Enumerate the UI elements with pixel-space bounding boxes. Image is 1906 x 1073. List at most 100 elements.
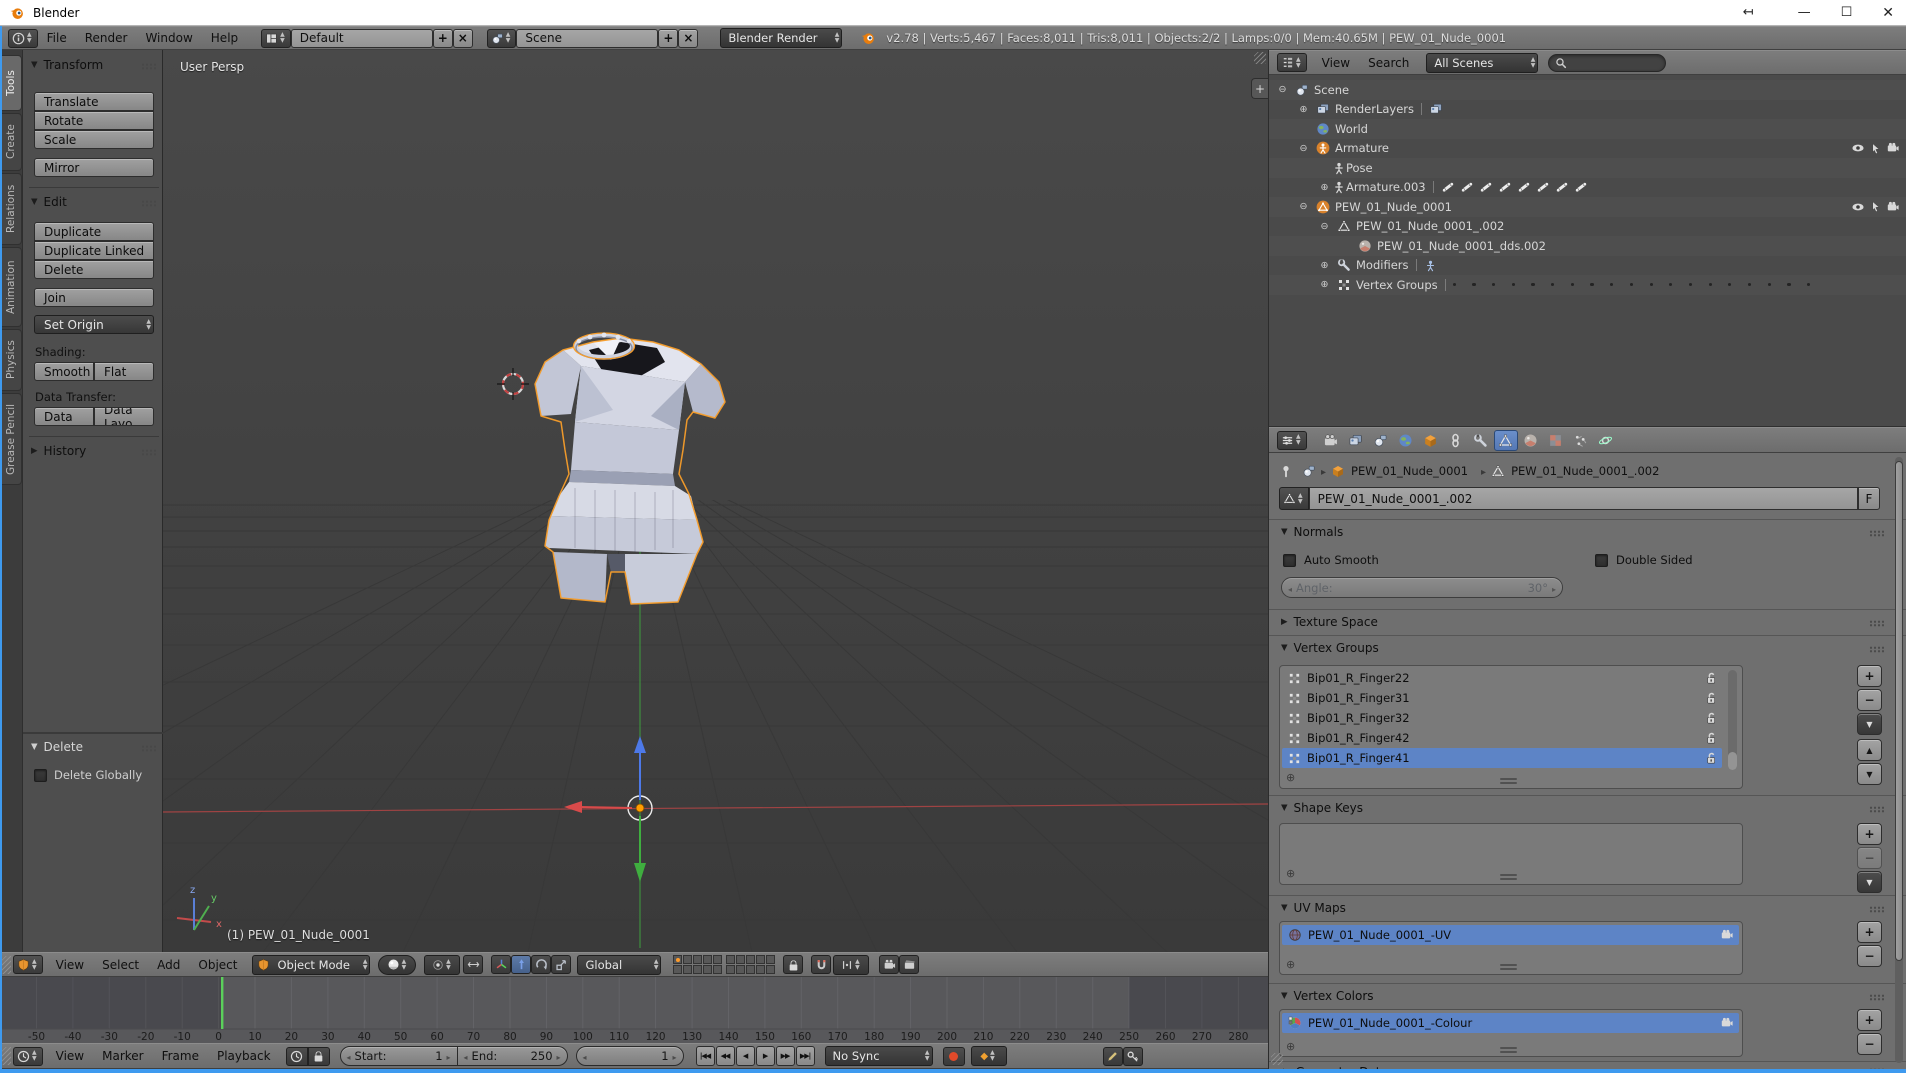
vertex-group-move-up-button[interactable] [1857, 739, 1882, 761]
outliner-item-label[interactable]: PEW_01_Nude_0001 [1335, 200, 1452, 214]
datablock-name-field[interactable]: PEW_01_Nude_0001_.002 [1309, 487, 1858, 510]
manipulator-axis-button[interactable] [491, 955, 511, 974]
tab-render[interactable] [1319, 430, 1343, 451]
delete-globally-checkbox[interactable] [34, 769, 47, 782]
editor-type-button[interactable] [1277, 431, 1307, 450]
vertex-group-move-down-button[interactable] [1857, 763, 1882, 785]
fake-user-button[interactable]: F [1858, 487, 1880, 510]
scrollbar-thumb[interactable] [1895, 461, 1903, 961]
vertex-group-row[interactable]: Bip01_R_Finger32 [1282, 708, 1722, 728]
toolshelf-tab-relations[interactable]: Relations [1, 173, 22, 245]
snap-toggle[interactable] [811, 955, 831, 974]
tab-scene[interactable] [1369, 430, 1393, 451]
list-scrollbar[interactable] [1728, 670, 1737, 770]
lock-open-icon[interactable] [1704, 691, 1718, 705]
panel-grip[interactable] [1869, 994, 1884, 1001]
outliner-row-vertex-groups[interactable]: ⊕ Vertex Groups [1269, 275, 1906, 295]
outliner-row-modifiers[interactable]: ⊕Modifiers [1269, 256, 1906, 276]
outliner-item-label[interactable]: Pose [1346, 161, 1373, 175]
collapse-icon[interactable]: ⊖ [1275, 84, 1290, 95]
lock-open-icon[interactable] [1704, 711, 1718, 725]
frame-start-field[interactable]: Start: 1 [340, 1046, 458, 1066]
data-transfer-data-button[interactable]: Data [34, 407, 94, 426]
view3d-menu-object[interactable]: Object [189, 958, 246, 972]
scene-name-field[interactable]: Scene [516, 29, 658, 48]
outliner-scope-dropdown[interactable]: All Scenes [1426, 53, 1538, 73]
list-add-icon[interactable] [1286, 1039, 1295, 1053]
selectability-cursor-icon[interactable] [1869, 200, 1882, 213]
vertex-color-remove-button[interactable] [1857, 1033, 1882, 1055]
manipulator-scale-button[interactable] [551, 955, 571, 974]
slider-right-arrow-icon[interactable] [1548, 581, 1556, 595]
tab-object-data[interactable] [1494, 430, 1518, 451]
collapse-icon[interactable]: ⊖ [1317, 221, 1332, 232]
expand-icon[interactable]: ⊕ [1296, 104, 1311, 115]
collapse-icon[interactable]: ⊖ [1296, 143, 1311, 154]
delete-layout-button[interactable] [453, 29, 473, 48]
play-reverse-button[interactable]: ◀ [736, 1046, 755, 1066]
set-origin-dropdown[interactable]: Set Origin [34, 315, 154, 334]
add-layout-button[interactable] [433, 29, 453, 48]
layer-cell[interactable] [756, 955, 765, 964]
layer-cell[interactable] [703, 965, 712, 974]
delete-button[interactable]: Delete [34, 260, 154, 279]
editor-type-button[interactable] [1277, 53, 1307, 72]
outliner-item-label[interactable]: Vertex Groups [1356, 278, 1438, 292]
angle-slider[interactable]: Angle: 30° [1281, 577, 1563, 598]
tab-render-layers[interactable] [1344, 430, 1368, 451]
breadcrumb-data[interactable]: PEW_01_Nude_0001_.002 [1511, 464, 1659, 478]
manipulator-rotate-button[interactable] [531, 955, 551, 974]
panel-header-normals[interactable]: Normals [1281, 525, 1343, 539]
outliner-menu-search[interactable]: Search [1359, 56, 1418, 70]
list-add-icon[interactable] [1286, 957, 1295, 971]
outliner-row-pew-01-nude-0001-dds-002[interactable]: PEW_01_Nude_0001_dds.002 [1269, 236, 1906, 256]
decrement-arrow-icon[interactable] [583, 1049, 591, 1063]
toolshelf-tab-create[interactable]: Create [1, 113, 22, 171]
visibility-eye-icon[interactable] [1851, 141, 1865, 155]
menu-render[interactable]: Render [76, 31, 137, 45]
lock-to-scene-toggle[interactable] [783, 955, 803, 974]
tab-physics[interactable] [1594, 430, 1618, 451]
add-scene-button[interactable] [658, 29, 678, 48]
renderability-camera-icon[interactable] [1886, 141, 1900, 155]
decrement-arrow-icon[interactable] [464, 1049, 472, 1063]
menu-window[interactable]: Window [136, 31, 201, 45]
pen-arrow-icon[interactable]: ↤ [1743, 5, 1754, 20]
double-sided-checkbox[interactable] [1595, 554, 1608, 567]
jump-to-next-keyframe-button[interactable]: ▶▶ [776, 1046, 795, 1066]
mesh-datablock-icon-button[interactable] [1279, 487, 1309, 510]
panel-grip[interactable] [141, 200, 156, 207]
panel-header-edit[interactable]: Edit [31, 195, 67, 209]
outliner-row-scene[interactable]: ⊖Scene [1269, 80, 1906, 100]
pivot-point-dropdown[interactable] [424, 955, 460, 975]
menu-file[interactable]: File [38, 31, 76, 45]
layer-cell[interactable] [683, 955, 692, 964]
outliner-item-label[interactable]: Modifiers [1356, 258, 1409, 272]
scene-icon-button[interactable] [487, 29, 517, 48]
vertex-group-row[interactable]: Bip01_R_Finger22 [1282, 668, 1722, 688]
lock-open-icon[interactable] [1704, 671, 1718, 685]
outliner-search-field[interactable] [1548, 54, 1666, 72]
outliner-row-armature[interactable]: ⊖Armature [1269, 139, 1906, 159]
viewport-3d[interactable]: x y z User Persp (1) PEW_01_Nude_0001 + [163, 50, 1268, 952]
view3d-menu-add[interactable]: Add [148, 958, 189, 972]
lock-open-icon[interactable] [1704, 731, 1718, 745]
manipulate-center-points-toggle[interactable] [463, 955, 483, 974]
toolshelf-tab-grease-pencil[interactable]: Grease Pencil [1, 393, 22, 485]
panel-grip[interactable] [1869, 806, 1884, 813]
delete-scene-button[interactable] [678, 29, 698, 48]
expand-icon[interactable]: ⊕ [1317, 279, 1332, 290]
keying-set-dropdown[interactable]: ◆ [971, 1046, 1007, 1066]
viewport-resize-grip[interactable] [1254, 52, 1266, 64]
view3d-menu-view[interactable]: View [47, 958, 93, 972]
menu-help[interactable]: Help [202, 31, 247, 45]
shape-key-add-button[interactable] [1857, 823, 1882, 845]
data-transfer-layout-button[interactable]: Data Layo [94, 407, 154, 426]
layer-cell[interactable] [746, 965, 755, 974]
list-resize-handle[interactable] [1500, 778, 1517, 784]
manipulator-translate-button[interactable] [511, 955, 531, 974]
slider-left-arrow-icon[interactable] [1288, 581, 1296, 595]
layer-cell[interactable] [736, 955, 745, 964]
panel-header-texture-space[interactable]: Texture Space [1281, 615, 1378, 629]
tab-material[interactable] [1519, 430, 1543, 451]
